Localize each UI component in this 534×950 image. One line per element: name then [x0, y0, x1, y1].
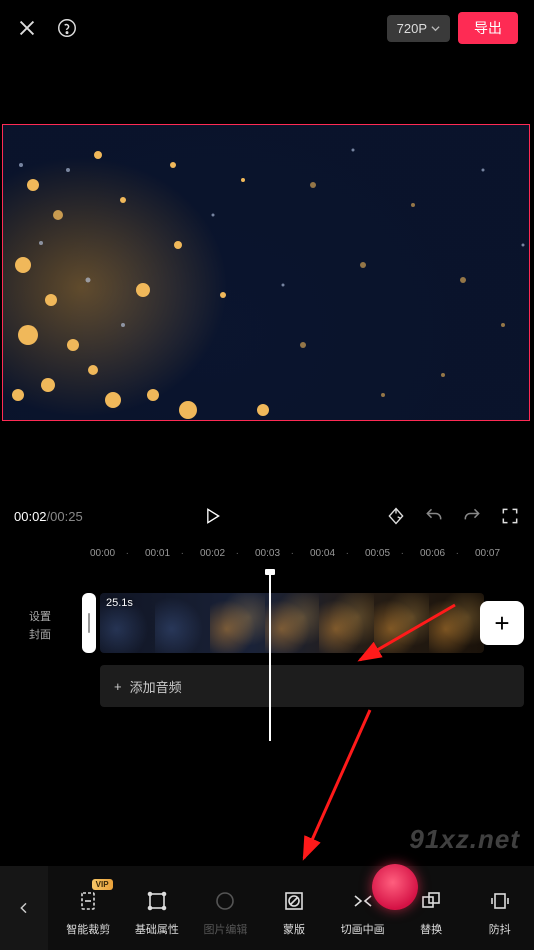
tool-label: 替换	[420, 921, 442, 937]
export-button[interactable]: 导出	[458, 12, 518, 44]
tool-stabilize[interactable]: 防抖	[465, 879, 534, 937]
timeline-tracks: 设置 封面 25.1s + + 添加音频	[0, 571, 534, 741]
tool-basic-attr[interactable]: 基础属性	[123, 879, 192, 937]
add-audio-label: 添加音频	[130, 677, 182, 696]
clip-start-handle[interactable]	[82, 593, 96, 653]
close-icon[interactable]	[16, 17, 38, 39]
smart-crop-icon	[74, 887, 102, 915]
video-preview[interactable]	[2, 124, 530, 421]
playhead[interactable]	[269, 571, 271, 741]
tool-bar: VIP 智能裁剪 基础属性 图片编辑 蒙版	[0, 866, 534, 950]
chevron-down-icon	[431, 21, 440, 36]
tool-label: 智能裁剪	[66, 921, 110, 937]
resolution-label: 720P	[397, 21, 427, 36]
add-clip-button[interactable]: +	[480, 601, 524, 645]
total-time: 00:25	[50, 509, 83, 524]
watermark-text: 91xz.net	[409, 824, 520, 855]
help-icon[interactable]	[56, 17, 78, 39]
playback-bar: 00:02 / 00:25	[0, 491, 534, 541]
tool-label: 基础属性	[135, 921, 179, 937]
tool-label: 防抖	[489, 921, 511, 937]
tick-5: 00:05	[365, 548, 420, 559]
tick-4: 00:04	[310, 548, 365, 559]
tool-label: 切画中画	[341, 921, 385, 937]
set-cover-button[interactable]: 设置 封面	[16, 609, 64, 644]
tick-1: 00:01	[145, 548, 200, 559]
video-clip[interactable]: 25.1s	[100, 593, 484, 653]
tool-pip[interactable]: 切画中画	[328, 879, 397, 937]
tool-label: 图片编辑	[203, 921, 247, 937]
tick-2: 00:02	[200, 548, 255, 559]
tool-label: 蒙版	[283, 921, 305, 937]
resolution-selector[interactable]: 720P	[387, 15, 450, 42]
tick-0: 00:00	[90, 548, 145, 559]
basic-attr-icon	[143, 887, 171, 915]
tool-mask[interactable]: 蒙版	[260, 879, 329, 937]
play-button[interactable]	[202, 506, 222, 526]
vip-badge: VIP	[92, 879, 113, 890]
pip-icon	[349, 887, 377, 915]
tool-image-edit: 图片编辑	[191, 879, 260, 937]
mask-icon	[280, 887, 308, 915]
replace-icon	[417, 887, 445, 915]
image-edit-icon	[211, 887, 239, 915]
tick-6: 00:06	[420, 548, 475, 559]
add-audio-button[interactable]: + 添加音频	[100, 665, 524, 707]
tick-7: 00:07	[475, 548, 530, 559]
keyframe-icon[interactable]	[386, 506, 406, 526]
tool-replace[interactable]: 替换	[397, 879, 466, 937]
stabilize-icon	[486, 887, 514, 915]
undo-icon[interactable]	[424, 506, 444, 526]
tool-smart-crop[interactable]: VIP 智能裁剪	[54, 879, 123, 937]
back-button[interactable]	[0, 866, 48, 950]
preview-area	[0, 124, 534, 421]
top-bar: 720P 导出	[0, 0, 534, 56]
timeline-ruler[interactable]: 00:00 00:01 00:02 00:03 00:04 00:05 00:0…	[0, 541, 534, 565]
plus-icon: +	[114, 679, 122, 694]
tick-3: 00:03	[255, 548, 310, 559]
current-time: 00:02	[14, 509, 47, 524]
fullscreen-icon[interactable]	[500, 506, 520, 526]
redo-icon[interactable]	[462, 506, 482, 526]
